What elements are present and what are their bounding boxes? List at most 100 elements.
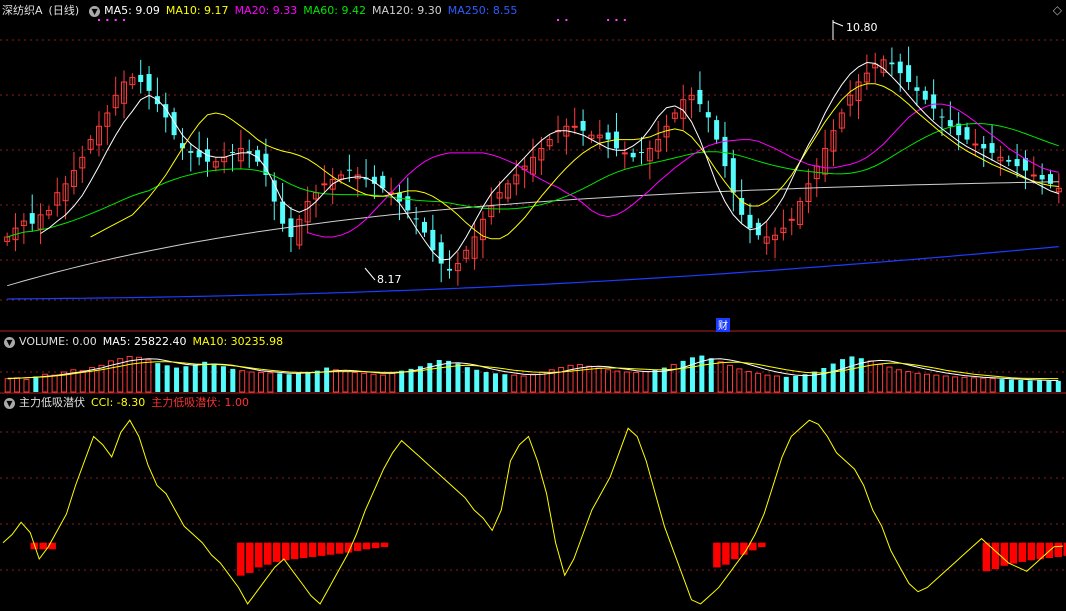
- candle-body: [321, 183, 328, 186]
- chevron-down-icon[interactable]: ▼: [4, 397, 15, 409]
- signal-bar: [353, 542, 362, 551]
- candle-body: [705, 112, 711, 118]
- volume-bar: [633, 371, 640, 393]
- volume-bar: [192, 364, 198, 392]
- volume-bar: [14, 377, 21, 393]
- candle-body: [964, 127, 970, 140]
- signal-bar: [317, 542, 326, 556]
- volume-bar: [220, 366, 226, 392]
- volume-bar: [642, 371, 649, 393]
- stock-chart[interactable]: 10.80 8.17 财: [0, 0, 1066, 611]
- high-price-label: 10.80: [846, 21, 878, 34]
- chevron-down-icon[interactable]: ▼: [4, 336, 15, 348]
- volume-bar: [933, 374, 940, 393]
- signal-bar: [1027, 542, 1036, 561]
- diamond-icon[interactable]: ◇: [1053, 4, 1062, 16]
- volume-bar: [511, 374, 518, 393]
- volume-bar: [286, 374, 292, 392]
- signal-bar: [281, 542, 290, 561]
- candle-body: [346, 169, 352, 171]
- candle-body: [447, 268, 453, 271]
- volume-bar: [614, 370, 621, 393]
- signal-bar: [991, 542, 1000, 570]
- ma250-legend: MA250: 8.55: [447, 4, 518, 17]
- signal-bar: [237, 542, 245, 576]
- candle-body: [788, 218, 795, 221]
- candle-body: [697, 89, 703, 105]
- volume-bar: [446, 360, 452, 392]
- candle-body: [939, 116, 945, 118]
- ma120-legend: MA120: 9.30: [372, 4, 442, 17]
- volume-panel[interactable]: [4, 355, 1061, 393]
- candle-body: [972, 143, 979, 146]
- volume-bar: [989, 378, 996, 393]
- volume-bar: [670, 363, 677, 393]
- candle-body: [947, 120, 953, 127]
- signal-bar: [1054, 542, 1062, 557]
- candle-body: [138, 74, 144, 82]
- volume-bar: [305, 372, 311, 392]
- candle-body: [405, 196, 411, 211]
- volume-bar: [1037, 380, 1043, 392]
- volume-bar: [821, 368, 827, 392]
- candle-body: [580, 120, 586, 131]
- signal-bar: [246, 542, 254, 573]
- volume-bar: [689, 357, 695, 392]
- candle-body: [421, 221, 427, 233]
- indicator-panel[interactable]: [2, 419, 1066, 605]
- candle-body: [230, 151, 236, 153]
- volume-bar: [370, 373, 377, 393]
- volume-ma10-legend: MA10: 30235.98: [192, 335, 284, 348]
- signal-bar: [326, 542, 335, 555]
- cci-line: [2, 419, 1064, 605]
- volume-bar: [145, 359, 152, 393]
- volume-bar: [793, 376, 799, 392]
- volume-bar: [539, 371, 546, 393]
- volume-bar: [849, 356, 855, 392]
- volume-bar: [267, 372, 274, 393]
- volume-bar: [905, 371, 912, 393]
- volume-bar: [464, 367, 470, 392]
- signal-bar: [1000, 542, 1009, 566]
- volume-bar: [333, 369, 340, 393]
- annotations: 10.80 8.17 财: [364, 20, 878, 332]
- volume-bar: [970, 377, 977, 393]
- volume-ma5-legend: MA5: 25822.40: [102, 335, 187, 348]
- candle-body: [171, 112, 177, 136]
- volume-bar: [492, 373, 498, 392]
- volume-bar: [586, 365, 593, 393]
- volume-bar: [830, 363, 836, 392]
- candle-body: [1014, 159, 1020, 167]
- volume-bar: [351, 371, 358, 393]
- volume-bar: [248, 371, 255, 393]
- ma10-line: [90, 83, 1059, 240]
- volume-bar: [764, 374, 771, 393]
- candle-body: [747, 214, 753, 229]
- signal-legend: 主力低吸潜伏: 1.00: [151, 396, 249, 409]
- signal-bar: [731, 542, 739, 560]
- candle-body: [29, 213, 35, 224]
- volume-bar: [923, 373, 930, 393]
- signal-bar: [39, 542, 47, 550]
- indicator-legend: ▼ 主力低吸潜伏 CCI: -8.30 主力低吸潜伏: 1.00: [0, 394, 255, 412]
- price-panel[interactable]: [4, 19, 1062, 300]
- candle-body: [1039, 175, 1045, 180]
- volume-bar: [164, 365, 170, 392]
- ma250-line: [7, 246, 1059, 300]
- volume-bar: [623, 371, 630, 393]
- indicator-name: 主力低吸潜伏: [19, 396, 85, 409]
- volume-bar: [1008, 379, 1014, 392]
- chevron-down-icon[interactable]: ▼: [89, 5, 101, 17]
- volume-bar: [745, 371, 752, 393]
- event-marker[interactable]: 财: [718, 319, 728, 332]
- volume-bar: [211, 363, 217, 392]
- volume-bar: [961, 376, 968, 393]
- candle-body: [906, 65, 912, 82]
- candle-body: [1006, 159, 1012, 162]
- period-label: (日线): [48, 4, 80, 17]
- volume-bar: [952, 376, 959, 393]
- candle-body: [730, 158, 736, 193]
- volume-bar: [155, 363, 161, 392]
- volume-bar: [51, 374, 58, 393]
- signal-bar: [299, 542, 308, 559]
